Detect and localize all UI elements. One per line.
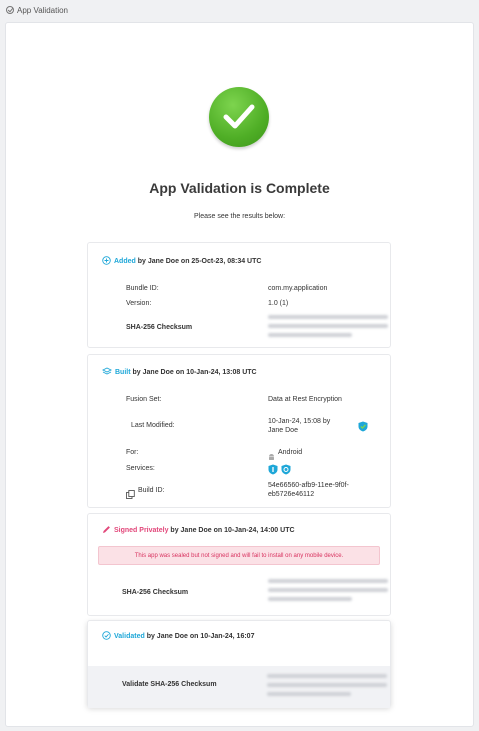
- signed-meta: by Jane Doe on 10-Jan-24, 14:00 UTC: [170, 527, 295, 534]
- validated-card: Validated by Jane Doe on 10-Jan-24, 16:0…: [87, 620, 391, 708]
- shield-check-icon: [358, 419, 368, 437]
- sha256-checksum-label: SHA-256 Checksum: [126, 324, 193, 331]
- window-title: App Validation: [17, 5, 68, 15]
- success-check-icon: [209, 87, 269, 147]
- validated-card-header: Validated by Jane Doe on 10-Jan-24, 16:0…: [102, 631, 254, 642]
- last-modified-value: 10-Jan-24, 15:08 by Jane Doe: [268, 418, 331, 434]
- added-meta: by Jane Doe on 25-Oct-23, 08:34 UTC: [137, 258, 262, 265]
- page-subtitle: Please see the results below:: [193, 213, 286, 220]
- copy-icon[interactable]: [126, 486, 135, 504]
- plus-circle-icon: [102, 256, 111, 267]
- platform-value: Android: [278, 449, 303, 456]
- service-one-badge-icon[interactable]: [268, 462, 278, 480]
- build-id-label: Build ID:: [138, 487, 165, 494]
- page-title: App Validation is Complete: [149, 180, 330, 196]
- added-status: Added: [114, 258, 136, 265]
- version-label: Version:: [126, 300, 152, 307]
- added-card: Added by Jane Doe on 25-Oct-23, 08:34 UT…: [87, 242, 391, 348]
- services-label: Services:: [126, 465, 155, 472]
- bundle-id-label: Bundle ID:: [126, 285, 159, 292]
- checksum-redacted: [268, 312, 388, 338]
- checksum-redacted: [267, 671, 387, 697]
- added-card-header: Added by Jane Doe on 25-Oct-23, 08:34 UT…: [102, 256, 261, 267]
- check-circle-small-icon: [6, 6, 14, 14]
- built-meta: by Jane Doe on 10-Jan-24, 13:08 UTC: [132, 369, 257, 376]
- signed-status: Signed Privately: [114, 527, 169, 534]
- signed-card: Signed Privately by Jane Doe on 10-Jan-2…: [87, 513, 391, 616]
- pen-icon: [102, 525, 111, 536]
- build-id-value: 54e66560-afb9-11ee-9f0f-eb5726e46112: [268, 482, 349, 498]
- validate-checksum-row: Validate SHA-256 Checksum: [88, 666, 390, 708]
- check-circle-icon: [102, 631, 111, 642]
- fusion-set-label: Fusion Set:: [126, 396, 162, 403]
- signed-card-header: Signed Privately by Jane Doe on 10-Jan-2…: [102, 525, 295, 536]
- built-card: Built by Jane Doe on 10-Jan-24, 13:08 UT…: [87, 354, 391, 508]
- validated-meta: by Jane Doe on 10-Jan-24, 16:07: [146, 633, 255, 640]
- validated-status: Validated: [114, 633, 145, 640]
- layers-icon: [101, 367, 113, 378]
- window-titlebar: App Validation: [0, 0, 479, 20]
- for-label: For:: [126, 449, 139, 456]
- version-value: 1.0 (1): [268, 300, 289, 307]
- checksum-redacted: [268, 576, 388, 602]
- sha256-checksum-label: SHA-256 Checksum: [122, 589, 189, 596]
- bundle-id-value: com.my.application: [268, 285, 328, 292]
- fusion-set-value: Data at Rest Encryption: [268, 396, 342, 403]
- last-modified-label: Last Modified:: [131, 422, 175, 429]
- built-status: Built: [115, 369, 131, 376]
- validate-checksum-label: Validate SHA-256 Checksum: [122, 681, 217, 688]
- built-card-header: Built by Jane Doe on 10-Jan-24, 13:08 UT…: [101, 367, 257, 378]
- unsigned-warning-banner: This app was sealed but not signed and w…: [98, 546, 380, 565]
- service-two-badge-icon[interactable]: [281, 462, 291, 480]
